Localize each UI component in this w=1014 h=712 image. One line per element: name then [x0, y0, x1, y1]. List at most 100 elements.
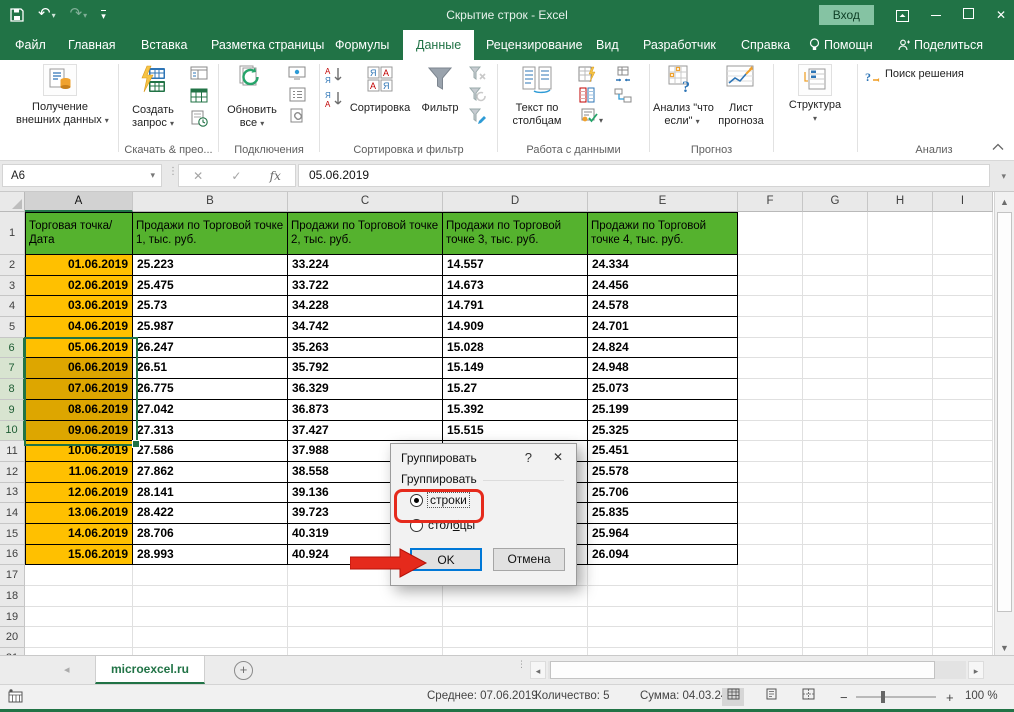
row-header-11[interactable]: 11: [0, 441, 25, 462]
get-external-data-button[interactable]: Получениевнешних данных ▾: [16, 64, 104, 127]
cell-D21[interactable]: [443, 648, 588, 655]
zoom-in-icon[interactable]: +: [946, 690, 954, 705]
relationships-icon[interactable]: [612, 87, 634, 107]
cell-I12[interactable]: [933, 462, 993, 483]
vertical-scrollbar[interactable]: ▲ ▼: [994, 192, 1014, 660]
cell-I17[interactable]: [933, 565, 993, 586]
cell-F14[interactable]: [738, 503, 803, 524]
cell-I19[interactable]: [933, 607, 993, 628]
data-validation-icon[interactable]: ▾: [576, 108, 608, 128]
cell-B11[interactable]: 27.586: [133, 441, 288, 462]
tab-view[interactable]: Вид: [583, 30, 632, 60]
cell-B7[interactable]: 26.51: [133, 358, 288, 379]
row-header-5[interactable]: 5: [0, 317, 25, 338]
cell-A15[interactable]: 14.06.2019: [25, 524, 133, 545]
cell-B13[interactable]: 28.141: [133, 483, 288, 504]
cell-D1[interactable]: Продажи по Торговой точке 3, тыс. руб.: [443, 212, 588, 255]
formula-bar-splitter[interactable]: ⋮: [168, 169, 178, 174]
cell-A10[interactable]: 09.06.2019: [25, 421, 133, 442]
collapse-ribbon-icon[interactable]: [992, 142, 1004, 154]
status-count[interactable]: Количество: 5: [535, 690, 610, 702]
cell-H9[interactable]: [868, 400, 933, 421]
cell-F17[interactable]: [738, 565, 803, 586]
column-header-A[interactable]: A: [25, 192, 133, 212]
cell-F10[interactable]: [738, 421, 803, 442]
row-header-12[interactable]: 12: [0, 462, 25, 483]
cell-A3[interactable]: 02.06.2019: [25, 276, 133, 297]
cell-I7[interactable]: [933, 358, 993, 379]
cell-F11[interactable]: [738, 441, 803, 462]
solver-button[interactable]: ? Поиск решения: [865, 68, 995, 88]
confirm-entry-icon[interactable]: ✓: [231, 169, 241, 183]
cell-D7[interactable]: 15.149: [443, 358, 588, 379]
row-header-19[interactable]: 19: [0, 607, 25, 628]
name-box-dropdown-icon[interactable]: ▾: [150, 165, 155, 186]
cell-I20[interactable]: [933, 627, 993, 648]
row-header-18[interactable]: 18: [0, 586, 25, 607]
cell-C7[interactable]: 35.792: [288, 358, 443, 379]
cell-E8[interactable]: 25.073: [588, 379, 738, 400]
tab-data[interactable]: Данные: [403, 30, 474, 60]
cell-I11[interactable]: [933, 441, 993, 462]
hscroll-right-icon[interactable]: ▸: [968, 661, 984, 679]
cell-B2[interactable]: 25.223: [133, 255, 288, 276]
row-header-13[interactable]: 13: [0, 483, 25, 504]
cell-H20[interactable]: [868, 627, 933, 648]
cell-B3[interactable]: 25.475: [133, 276, 288, 297]
sign-in-button[interactable]: Вход: [819, 5, 874, 25]
cell-C10[interactable]: 37.427: [288, 421, 443, 442]
column-header-D[interactable]: D: [443, 192, 588, 212]
horizontal-scrollbar[interactable]: [548, 661, 966, 679]
cell-G13[interactable]: [803, 483, 868, 504]
tab-page-layout[interactable]: Разметка страницы: [198, 30, 337, 60]
cell-H4[interactable]: [868, 296, 933, 317]
row-header-1[interactable]: 1: [0, 212, 25, 255]
cell-H5[interactable]: [868, 317, 933, 338]
cell-B16[interactable]: 28.993: [133, 545, 288, 566]
cell-F4[interactable]: [738, 296, 803, 317]
cell-F2[interactable]: [738, 255, 803, 276]
recent-sources-icon[interactable]: [188, 110, 210, 130]
cell-E18[interactable]: [588, 586, 738, 607]
cell-A19[interactable]: [25, 607, 133, 628]
cell-H6[interactable]: [868, 338, 933, 359]
cell-E15[interactable]: 25.964: [588, 524, 738, 545]
minimize-button[interactable]: [931, 8, 941, 22]
row-header-4[interactable]: 4: [0, 296, 25, 317]
cell-G21[interactable]: [803, 648, 868, 655]
cell-E12[interactable]: 25.578: [588, 462, 738, 483]
hscroll-left-icon[interactable]: ◂: [530, 661, 546, 679]
row-header-21[interactable]: 21: [0, 648, 25, 655]
cell-A2[interactable]: 01.06.2019: [25, 255, 133, 276]
cell-I10[interactable]: [933, 421, 993, 442]
cell-C20[interactable]: [288, 627, 443, 648]
cell-H3[interactable]: [868, 276, 933, 297]
properties-icon[interactable]: [286, 87, 308, 107]
cell-G14[interactable]: [803, 503, 868, 524]
cell-F20[interactable]: [738, 627, 803, 648]
cell-I14[interactable]: [933, 503, 993, 524]
select-all-corner[interactable]: [0, 192, 25, 212]
cell-F9[interactable]: [738, 400, 803, 421]
zoom-out-icon[interactable]: −: [840, 690, 848, 705]
row-header-8[interactable]: 8: [0, 379, 25, 400]
refresh-all-button[interactable]: Обновитьвсе ▾: [222, 64, 282, 130]
filter-button[interactable]: Фильтр: [417, 64, 463, 115]
cell-C18[interactable]: [288, 586, 443, 607]
cell-B17[interactable]: [133, 565, 288, 586]
cell-I5[interactable]: [933, 317, 993, 338]
cell-I15[interactable]: [933, 524, 993, 545]
sheet-nav-left-icon[interactable]: ◂: [64, 663, 70, 676]
cell-I1[interactable]: [933, 212, 993, 255]
cell-A4[interactable]: 03.06.2019: [25, 296, 133, 317]
cell-I21[interactable]: [933, 648, 993, 655]
cell-D8[interactable]: 15.27: [443, 379, 588, 400]
column-header-B[interactable]: B: [133, 192, 288, 212]
cell-I4[interactable]: [933, 296, 993, 317]
outline-button[interactable]: Структура▾: [783, 64, 847, 125]
row-header-20[interactable]: 20: [0, 627, 25, 648]
cell-E5[interactable]: 24.701: [588, 317, 738, 338]
cell-I2[interactable]: [933, 255, 993, 276]
cell-D2[interactable]: 14.557: [443, 255, 588, 276]
scroll-down-icon[interactable]: ▼: [997, 640, 1012, 656]
